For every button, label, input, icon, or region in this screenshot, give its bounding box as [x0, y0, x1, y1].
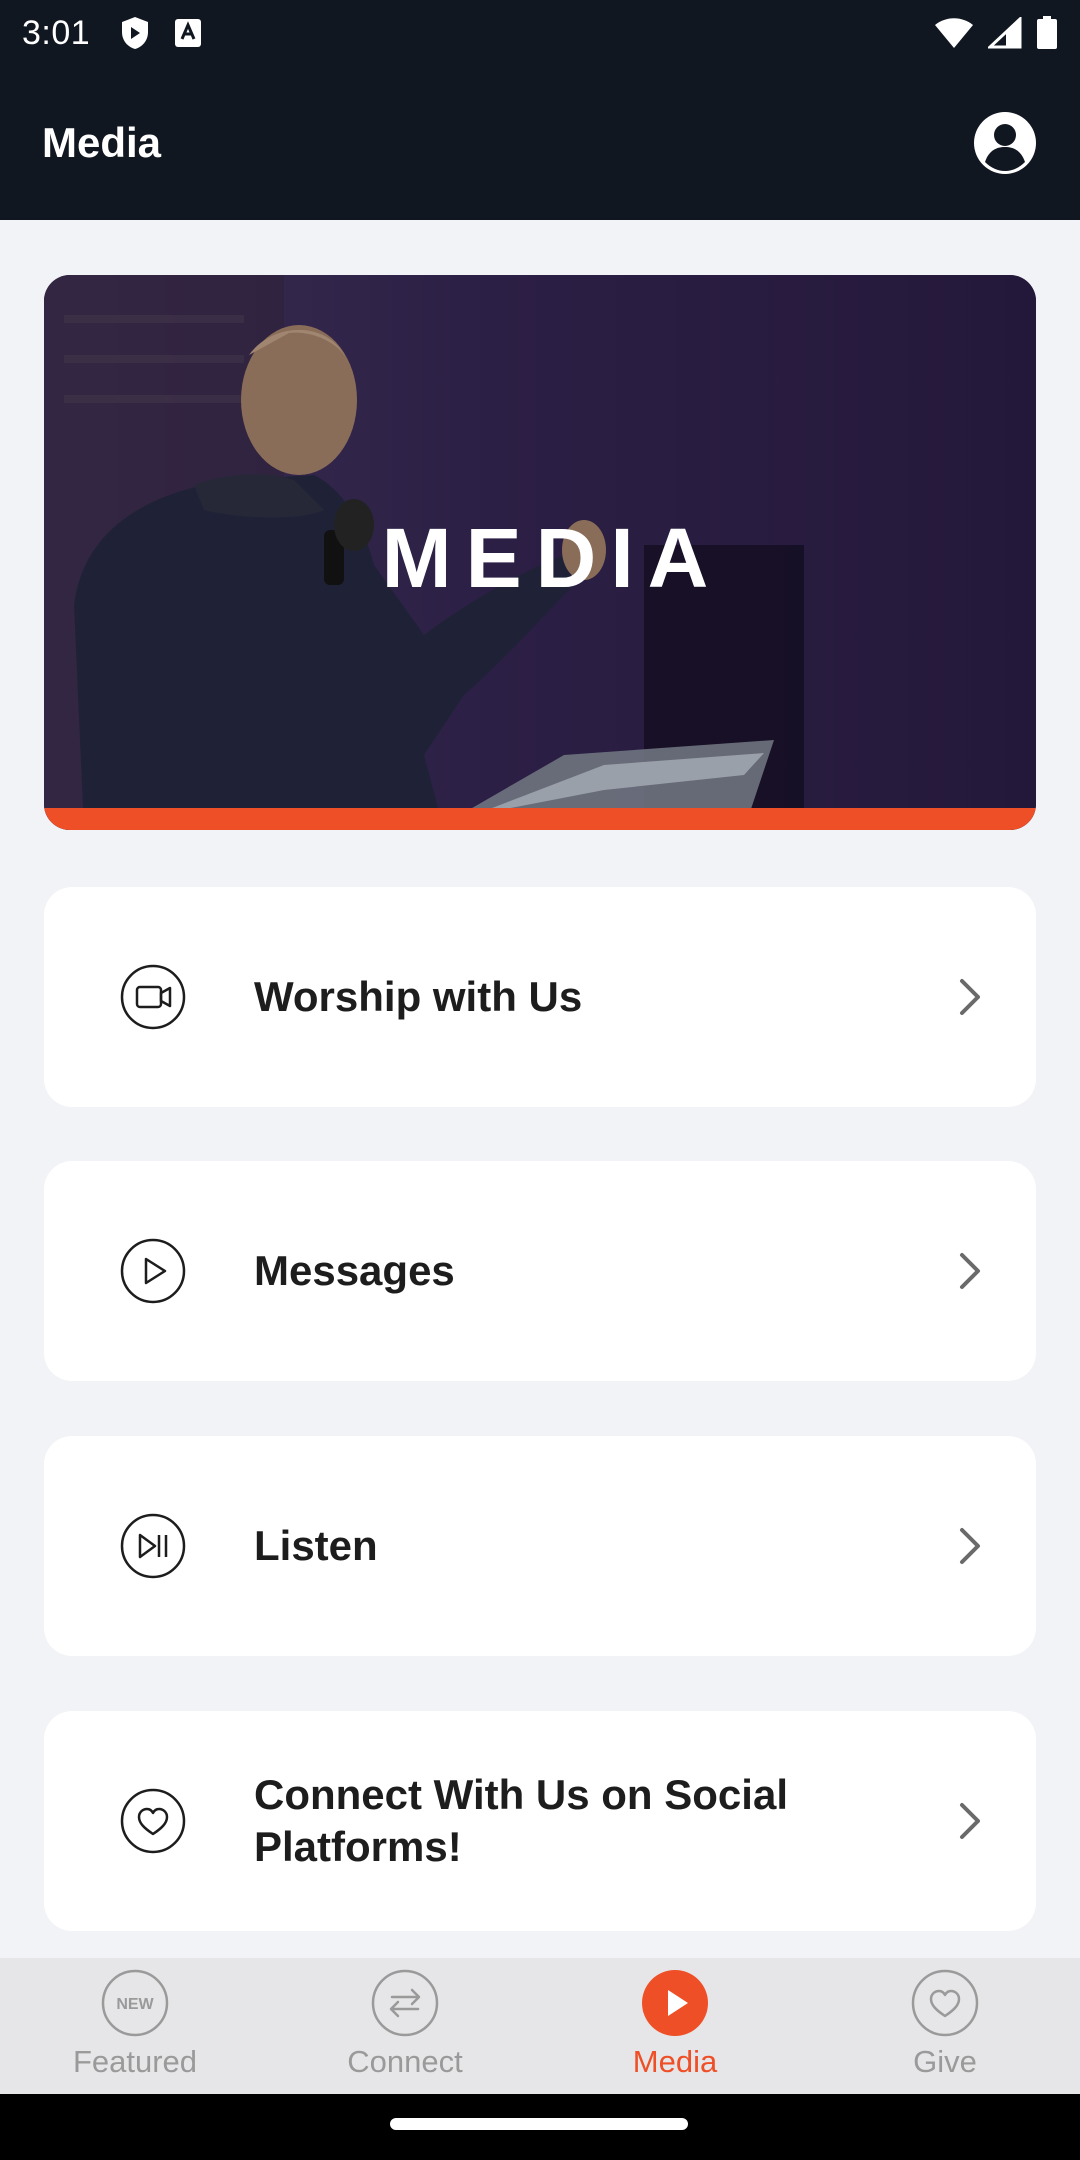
chevron-right-icon	[960, 979, 980, 1015]
page-title: Media	[42, 119, 162, 166]
listen-card[interactable]: Listen	[44, 1436, 1036, 1656]
battery-icon	[1037, 16, 1057, 49]
shield-icon	[122, 17, 149, 49]
app-header: Media	[0, 66, 1080, 220]
status-left-icons	[120, 16, 202, 50]
video-camera-icon	[120, 964, 186, 1030]
chevron-right-icon	[960, 1253, 980, 1289]
keyboard-a-icon	[175, 19, 202, 47]
card-label: Worship with Us	[254, 973, 583, 1020]
nav-item-featured[interactable]: NEW Featured	[0, 1958, 270, 2094]
card-label: Messages	[254, 1247, 455, 1294]
messages-card[interactable]: Messages	[44, 1161, 1036, 1381]
heart-icon	[911, 1969, 979, 2037]
profile-icon	[974, 112, 1036, 174]
home-gesture-handle[interactable]	[390, 2118, 688, 2130]
status-time: 3:01	[22, 13, 91, 52]
chevron-right-icon	[960, 1803, 980, 1839]
screen: 3:01 Media MEDIA Worship with Us Message…	[0, 0, 1080, 2160]
nav-label: Connect	[347, 2044, 463, 2079]
play-pause-circle-icon	[120, 1513, 186, 1579]
media-hero-banner[interactable]: MEDIA	[44, 275, 1036, 830]
heart-circle-icon	[120, 1788, 186, 1854]
play-circle-icon	[120, 1238, 186, 1304]
nav-item-connect[interactable]: Connect	[270, 1958, 540, 2094]
profile-button[interactable]	[972, 110, 1038, 176]
play-icon	[642, 1970, 708, 2036]
nav-item-give[interactable]: Give	[810, 1958, 1080, 2094]
wifi-icon	[935, 18, 973, 48]
chevron-right-icon	[960, 1528, 980, 1564]
new-badge-text: NEW	[116, 1996, 154, 2013]
nav-label: Media	[632, 2044, 718, 2079]
swap-arrows-icon	[371, 1969, 439, 2037]
hero-title: MEDIA	[381, 511, 723, 605]
bottom-nav: NEW Featured Connect Media Give	[0, 1958, 1080, 2094]
nav-label: Featured	[72, 2044, 198, 2079]
new-badge-icon: NEW	[101, 1969, 169, 2037]
card-label: Connect With Us on Social Platforms!	[254, 1771, 788, 1870]
status-right-icons	[934, 16, 1058, 50]
card-label: Listen	[254, 1522, 378, 1569]
social-platforms-card[interactable]: Connect With Us on Social Platforms!	[44, 1711, 1036, 1931]
nav-label: Give	[913, 2044, 977, 2079]
status-bar: 3:01	[0, 0, 1080, 66]
signal-icon	[988, 17, 1022, 49]
hero-accent-stripe	[44, 808, 1036, 830]
worship-with-us-card[interactable]: Worship with Us	[44, 887, 1036, 1107]
nav-item-media[interactable]: Media	[540, 1958, 810, 2094]
